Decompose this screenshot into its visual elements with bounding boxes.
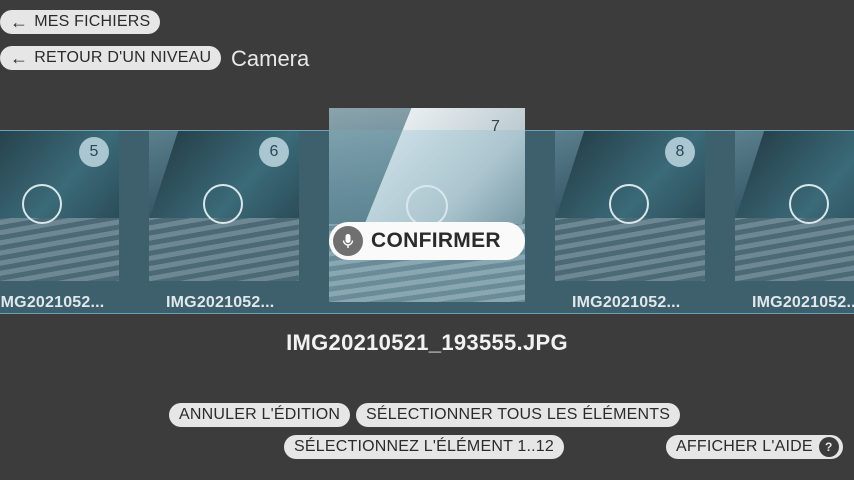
item-number-badge: 5 (79, 137, 109, 167)
gallery-thumbnail[interactable]: 5 (0, 131, 119, 281)
arrow-left-icon: ← (10, 48, 29, 68)
focused-thumbnail[interactable]: 7 (329, 108, 525, 302)
confirm-button[interactable]: CONFIRMER (329, 222, 525, 260)
up-level-label: RETOUR D'UN NIVEAU (34, 49, 212, 66)
selection-circle-icon[interactable] (789, 184, 829, 224)
selection-circle-icon[interactable] (22, 184, 62, 224)
confirm-label: CONFIRMER (371, 229, 501, 252)
help-icon: ? (818, 437, 839, 457)
microphone-icon (333, 226, 363, 256)
gallery-thumbnail[interactable]: 8 (555, 131, 705, 281)
select-item-label: SÉLECTIONNEZ L'ÉLÉMENT 1..12 (294, 438, 554, 455)
folder-title: Camera (231, 46, 310, 71)
select-all-label: SÉLECTIONNER TOUS LES ÉLÉMENTS (366, 406, 671, 423)
select-item-button[interactable]: SÉLECTIONNEZ L'ÉLÉMENT 1..12 (284, 435, 564, 459)
select-all-button[interactable]: SÉLECTIONNER TOUS LES ÉLÉMENTS (356, 403, 681, 427)
thumbnail-label: IMG2021052... (0, 294, 105, 311)
my-files-button[interactable]: ← MES FICHIERS (0, 10, 161, 34)
gallery-thumbnail[interactable] (735, 131, 854, 281)
my-files-label: MES FICHIERS (34, 13, 151, 30)
cancel-edit-label: ANNULER L'ÉDITION (179, 406, 341, 423)
selected-filename: IMG20210521_193555.JPG (286, 330, 568, 355)
gallery-thumbnail[interactable]: 6 (149, 131, 299, 281)
selection-circle-icon[interactable] (203, 184, 243, 224)
show-help-button[interactable]: AFFICHER L'AIDE ? (666, 435, 843, 459)
item-number-badge: 7 (491, 118, 500, 135)
thumbnail-label: IMG2021052... (572, 294, 681, 311)
selection-circle-icon[interactable] (609, 184, 649, 224)
show-help-label: AFFICHER L'AIDE (676, 438, 813, 455)
thumbnail-label: IMG2021052... (752, 294, 854, 311)
selection-circle-icon[interactable] (406, 185, 448, 227)
thumbnail-label: IMG2021052... (166, 294, 275, 311)
item-number-badge: 8 (665, 137, 695, 167)
up-level-button[interactable]: ← RETOUR D'UN NIVEAU (0, 46, 222, 70)
arrow-left-icon: ← (10, 12, 29, 32)
cancel-edit-button[interactable]: ANNULER L'ÉDITION (169, 403, 351, 427)
item-number-badge: 6 (259, 137, 289, 167)
